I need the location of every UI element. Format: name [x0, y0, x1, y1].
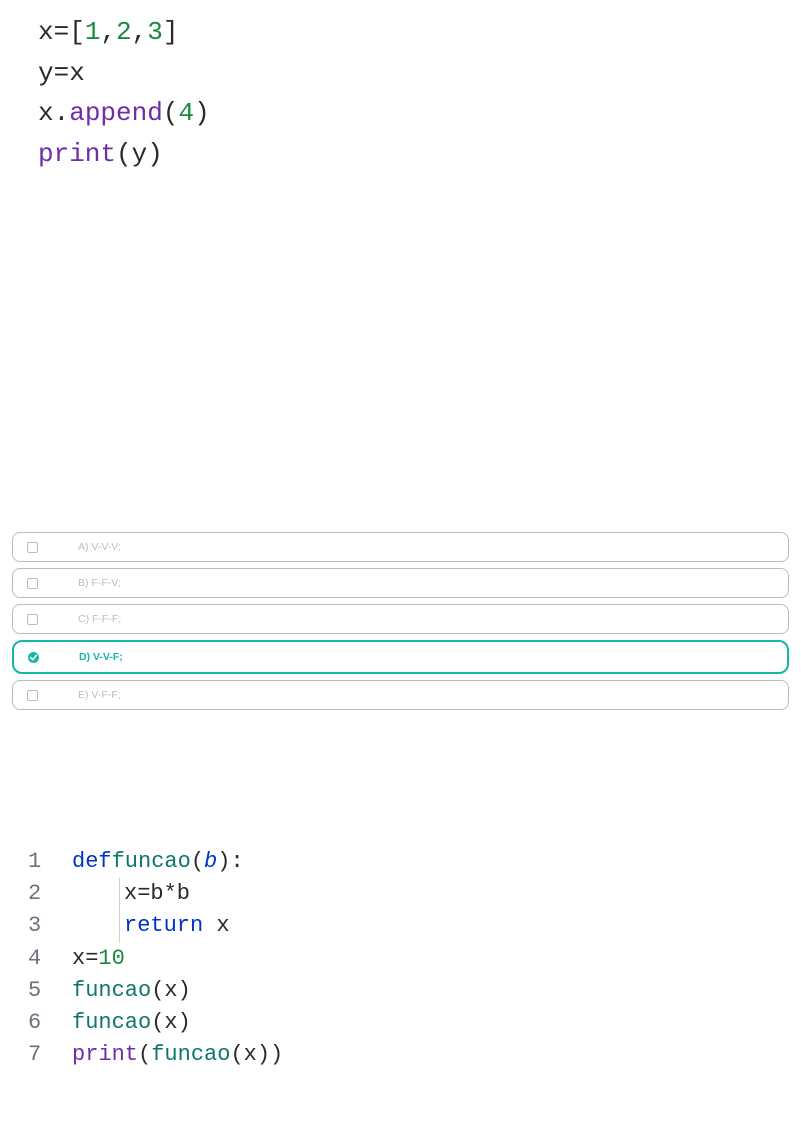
var-x: x	[164, 975, 177, 1007]
num-3: 3	[147, 12, 163, 53]
option-label: A) V-V-V;	[78, 541, 121, 553]
num-1: 1	[85, 12, 101, 53]
line-number: 1	[28, 846, 72, 878]
paren-open: (	[230, 1039, 243, 1071]
check-circle-icon	[28, 652, 39, 663]
paren-open: (	[151, 975, 164, 1007]
num-4: 4	[178, 93, 194, 134]
code2-line2: 2 x=b*b	[28, 878, 801, 910]
line-number: 7	[28, 1039, 72, 1071]
code1-line4: print(y)	[38, 134, 801, 175]
checkbox-icon	[27, 614, 38, 625]
fn-call: funcao	[72, 975, 151, 1007]
checkbox-icon	[27, 578, 38, 589]
line-number: 3	[28, 910, 72, 942]
equals: =	[54, 53, 70, 94]
answer-options: A) V-V-V; B) F-F-V; C) F-F-F; D) V-V-F; …	[0, 532, 801, 710]
equals: =	[85, 943, 98, 975]
var-x: x	[38, 12, 54, 53]
option-label: B) F-F-V;	[78, 577, 121, 589]
colon: :	[230, 846, 243, 878]
paren-close: )	[178, 975, 191, 1007]
line-number: 6	[28, 1007, 72, 1039]
option-label: E) V-F-F;	[78, 689, 121, 701]
paren-open: (	[116, 134, 132, 175]
var-x: x	[244, 1039, 257, 1071]
fn-print: print	[72, 1039, 138, 1071]
paren-close: )	[147, 134, 163, 175]
fn-call: funcao	[151, 1039, 230, 1071]
var-x: x	[72, 943, 85, 975]
paren-open: (	[191, 846, 204, 878]
kw-def: def	[72, 846, 112, 878]
option-c[interactable]: C) F-F-F;	[12, 604, 789, 634]
line-number: 4	[28, 943, 72, 975]
code1-line2: y = x	[38, 53, 801, 94]
option-label: C) F-F-F;	[78, 613, 121, 625]
code2-line6: 6 funcao(x)	[28, 1007, 801, 1039]
paren-close: )	[194, 93, 210, 134]
code2-line3: 3 return x	[28, 910, 801, 942]
paren-close: )	[217, 846, 230, 878]
checkbox-icon	[27, 542, 38, 553]
bracket-close: ]	[163, 12, 179, 53]
code1-line1: x = [1,2,3]	[38, 12, 801, 53]
fn-name: funcao	[112, 846, 191, 878]
fn-call: funcao	[72, 1007, 151, 1039]
line-number: 5	[28, 975, 72, 1007]
line-number: 2	[28, 878, 72, 910]
var-x: x	[69, 53, 85, 94]
fn-print: print	[38, 134, 116, 175]
param-b: b	[204, 846, 217, 878]
paren-open: (	[138, 1039, 151, 1071]
equals: =	[54, 12, 70, 53]
option-a[interactable]: A) V-V-V;	[12, 532, 789, 562]
code1-line3: x.append(4)	[38, 93, 801, 134]
dot: .	[54, 93, 70, 134]
comma: ,	[132, 12, 148, 53]
comma: ,	[100, 12, 116, 53]
var-y: y	[38, 53, 54, 94]
option-e[interactable]: E) V-F-F;	[12, 680, 789, 710]
code2-line4: 4 x = 10	[28, 943, 801, 975]
var-x: x	[216, 913, 229, 938]
paren-open: (	[163, 93, 179, 134]
var-y: y	[132, 134, 148, 175]
var-x: x	[38, 93, 54, 134]
code2-line7: 7 print(funcao(x))	[28, 1039, 801, 1071]
bracket-open: [	[69, 12, 85, 53]
paren-close: )	[257, 1039, 270, 1071]
code2-line5: 5 funcao(x)	[28, 975, 801, 1007]
code-block-1: x = [1,2,3] y = x x.append(4) print(y)	[0, 0, 801, 174]
fn-append: append	[69, 93, 163, 134]
var-x: x	[164, 1007, 177, 1039]
code-block-2: 1 def funcao(b): 2 x=b*b 3 return x 4 x …	[0, 846, 801, 1071]
kw-return: return	[124, 913, 203, 938]
option-label: D) V-V-F;	[79, 651, 123, 663]
paren-close: )	[270, 1039, 283, 1071]
checkbox-icon	[27, 690, 38, 701]
code2-line1: 1 def funcao(b):	[28, 846, 801, 878]
option-d[interactable]: D) V-V-F;	[12, 640, 789, 674]
paren-open: (	[151, 1007, 164, 1039]
body: x=b*b	[124, 881, 190, 906]
num-10: 10	[98, 943, 124, 975]
num-2: 2	[116, 12, 132, 53]
option-b[interactable]: B) F-F-V;	[12, 568, 789, 598]
paren-close: )	[178, 1007, 191, 1039]
